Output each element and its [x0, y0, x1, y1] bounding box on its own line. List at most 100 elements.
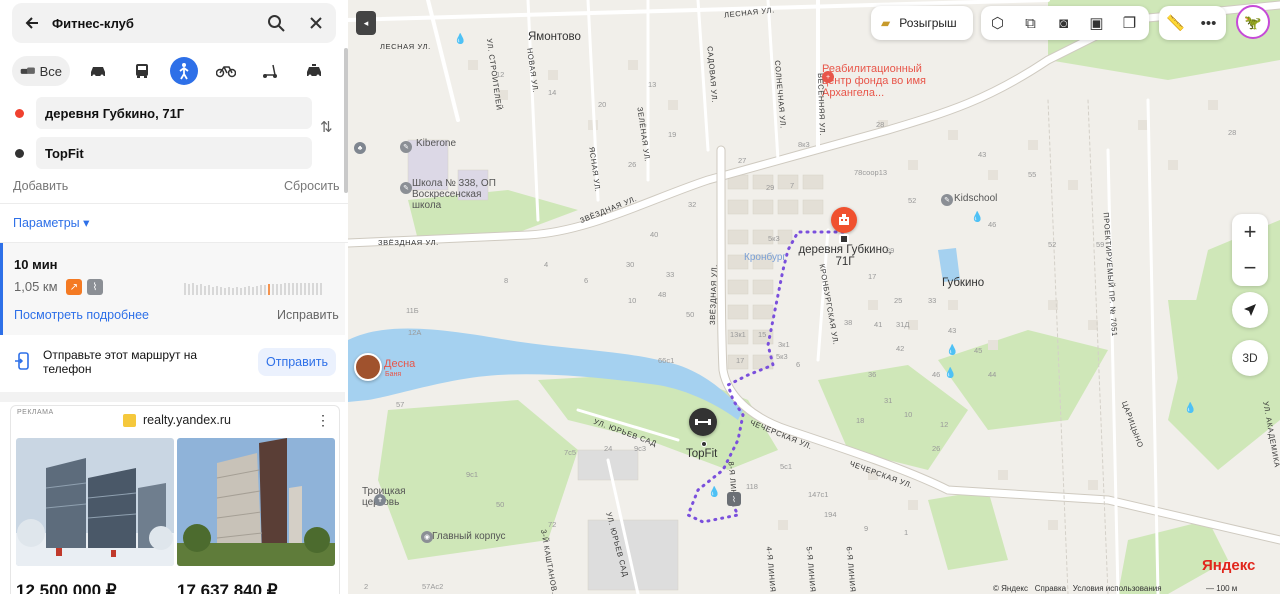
- house-number: 4: [544, 260, 549, 269]
- terms-link[interactable]: Условия использования: [1073, 584, 1162, 593]
- school-poi-icon[interactable]: ✎: [400, 182, 412, 194]
- house-number: 32: [688, 200, 697, 209]
- from-field[interactable]: деревня Губкино, 71Г: [36, 97, 312, 129]
- send-button[interactable]: Отправить: [258, 348, 336, 376]
- mode-taxi[interactable]: [298, 56, 330, 86]
- ad-block[interactable]: РЕКЛАМА realty.yandex.ru ⋮ 12 500 000 ₽ …: [10, 405, 340, 594]
- destination-pin-icon[interactable]: [831, 207, 857, 233]
- scale-label: 100 м: [1216, 584, 1238, 593]
- house-number: 46: [988, 220, 997, 229]
- map-label-gubkino[interactable]: Губкино: [942, 277, 984, 289]
- section-gap: [0, 392, 345, 402]
- street-lesnaya-1: ЛЕСНАЯ УЛ.: [380, 42, 431, 51]
- zoom-out-button[interactable]: −: [1232, 250, 1268, 286]
- phone-icon: [15, 352, 31, 375]
- layer-stack-icon[interactable]: ❐: [1113, 6, 1146, 40]
- education-poi-icon[interactable]: ✎: [400, 141, 412, 153]
- church-poi-icon[interactable]: ✝: [374, 494, 386, 506]
- house-number: 57: [396, 400, 405, 409]
- sidebar-scrollbar[interactable]: [344, 48, 348, 193]
- layers-icon[interactable]: ⬡: [981, 6, 1014, 40]
- house-number: 15: [758, 330, 767, 339]
- avatar-icon[interactable]: 🦖: [1236, 5, 1270, 39]
- more-icon[interactable]: •••: [1192, 6, 1225, 40]
- car-icon: [91, 67, 105, 78]
- house-number: 33: [928, 296, 937, 305]
- route-point-to: TopFit: [12, 137, 312, 169]
- house-number: 12А: [408, 328, 422, 337]
- house-number: 24: [604, 444, 613, 453]
- locate-button[interactable]: [1232, 292, 1268, 328]
- bath-house-photo-icon[interactable]: [354, 353, 382, 381]
- route-card[interactable]: 10 мин 1,05 км ↗ ⌇ Посмотреть подробнее …: [0, 243, 345, 335]
- route-details-link[interactable]: Посмотреть подробнее: [14, 308, 149, 322]
- scale-bar-icon: —: [1206, 584, 1217, 593]
- house-number: 8к3: [798, 140, 810, 149]
- close-icon[interactable]: [296, 3, 336, 43]
- map-label-destination[interactable]: деревня Губкино, 71Г: [794, 244, 896, 268]
- ad-image-2[interactable]: [177, 438, 335, 566]
- kidschool-poi-icon[interactable]: ✎: [941, 194, 953, 206]
- map-label-rehab[interactable]: Реабилитационный центр фонда во имя Арха…: [822, 63, 942, 99]
- car-bus-icon: [20, 67, 35, 74]
- search-box[interactable]: Фитнес-клуб: [12, 3, 336, 43]
- house-number: 8: [504, 276, 509, 285]
- add-point-link[interactable]: Добавить: [13, 179, 68, 193]
- swap-points-icon[interactable]: ⇅: [320, 118, 333, 136]
- ruler-icon[interactable]: 📏: [1159, 6, 1192, 40]
- house-number: 78соор13: [854, 168, 888, 177]
- fitness-pin-icon[interactable]: [689, 408, 717, 436]
- help-link[interactable]: Справка: [1035, 584, 1066, 593]
- map-view[interactable]: Ямонтово Реабилитационный центр фонда во…: [348, 0, 1280, 594]
- medical-poi-icon[interactable]: +: [822, 71, 834, 83]
- park-poi-icon[interactable]: ♣: [354, 142, 366, 154]
- reset-link[interactable]: Сбросить: [284, 179, 340, 193]
- ad-source-text: realty.yandex.ru: [143, 413, 232, 427]
- map-book-icon[interactable]: ⧉: [1014, 6, 1047, 40]
- transport-icon[interactable]: ▣: [1080, 6, 1113, 40]
- house-number: 30: [626, 260, 635, 269]
- more-menu-icon[interactable]: ⋮: [316, 412, 330, 429]
- mode-all[interactable]: Все: [12, 56, 70, 86]
- parameters-link[interactable]: Параметры ▾: [13, 215, 89, 230]
- map-label-yamontovo[interactable]: Ямонтово: [528, 31, 581, 43]
- house-number: 1: [904, 528, 909, 537]
- route-fix-link[interactable]: Исправить: [277, 308, 339, 322]
- map-label-school[interactable]: Школа № 338, ОП Воскресенская школа: [412, 178, 512, 211]
- mode-car[interactable]: [82, 56, 114, 86]
- mode-bus[interactable]: [126, 56, 158, 86]
- map-scale: — 100 м: [1206, 584, 1237, 593]
- house-number: 41: [874, 320, 883, 329]
- mode-bike[interactable]: [210, 56, 242, 86]
- map-label-troitskaya[interactable]: Троицкая церковь: [362, 486, 422, 508]
- house-number: 9с1: [466, 470, 479, 479]
- building-poi-icon[interactable]: ◉: [421, 531, 433, 543]
- collapse-sidebar-button[interactable]: ◂: [356, 11, 376, 35]
- mode-walk[interactable]: [170, 57, 198, 85]
- zoom-in-button[interactable]: +: [1232, 214, 1268, 250]
- house-number: 6: [584, 276, 589, 285]
- house-number: 5с1: [780, 462, 793, 471]
- house-number: 52: [908, 196, 917, 205]
- search-query[interactable]: Фитнес-клуб: [52, 16, 256, 31]
- map-label-kidschool[interactable]: Kidschool: [954, 193, 997, 204]
- stairs-up-icon: ↗: [66, 279, 82, 295]
- 3d-button[interactable]: 3D: [1232, 340, 1268, 376]
- search-icon[interactable]: [256, 3, 296, 43]
- map-label-main-building[interactable]: Главный корпус: [432, 531, 506, 542]
- to-field[interactable]: TopFit: [36, 137, 312, 169]
- house-number: 48: [658, 290, 667, 299]
- map-label-topfit[interactable]: TopFit: [686, 448, 717, 460]
- ad-source[interactable]: realty.yandex.ru: [123, 413, 231, 427]
- map-label-kronburg[interactable]: Кронбург: [744, 252, 786, 263]
- scooter-icon: [263, 64, 277, 78]
- camera-icon[interactable]: ◙: [1047, 6, 1080, 40]
- raffle-button[interactable]: ▰ Розыгрыш: [871, 6, 973, 40]
- house-number: 26: [628, 160, 637, 169]
- ad-image-1[interactable]: [16, 438, 174, 566]
- house-number: 3к1: [778, 340, 790, 349]
- copyright-text: © Яндекс: [993, 584, 1029, 593]
- mode-scooter[interactable]: [254, 56, 286, 86]
- back-arrow-icon[interactable]: [12, 3, 52, 43]
- map-label-kiberone[interactable]: Kiberone: [416, 138, 456, 149]
